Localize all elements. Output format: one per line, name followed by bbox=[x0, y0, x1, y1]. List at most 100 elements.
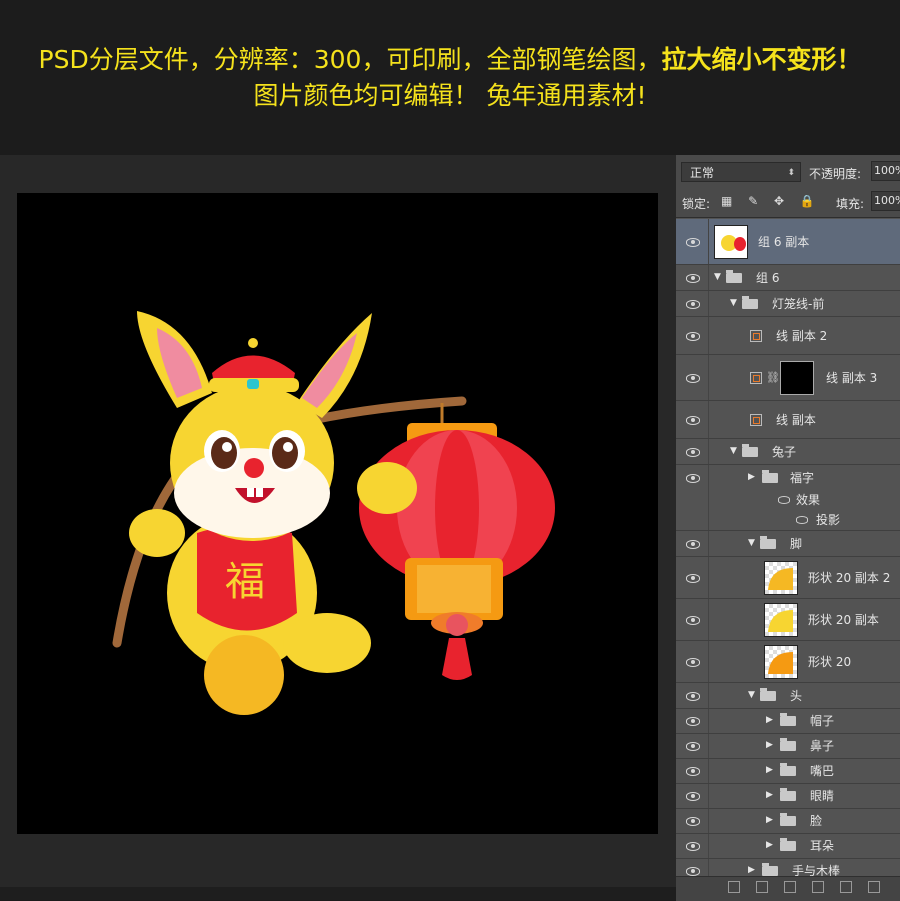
folder-icon bbox=[742, 443, 758, 457]
adjustment-layer-icon[interactable] bbox=[812, 881, 824, 893]
visibility-eye-icon[interactable] bbox=[686, 447, 700, 457]
layer-row-feet[interactable]: ▼ 脚 bbox=[676, 531, 900, 557]
expand-triangle-icon[interactable]: ▼ bbox=[730, 446, 737, 456]
visibility-eye-icon[interactable] bbox=[686, 816, 700, 826]
opacity-label: 不透明度: bbox=[809, 167, 862, 181]
layer-name: 线 副本 2 bbox=[776, 328, 828, 343]
visibility-eye-icon[interactable] bbox=[686, 373, 700, 383]
shape-thumbnail bbox=[764, 644, 798, 679]
expand-triangle-icon[interactable]: ▼ bbox=[748, 538, 755, 548]
banner-text-normal: PSD分层文件，分辨率：300，可印刷，全部钢笔绘图， bbox=[38, 45, 662, 74]
layer-row-mouth[interactable]: ▶ 嘴巴 bbox=[676, 759, 900, 784]
document-canvas[interactable]: 福 bbox=[17, 193, 658, 834]
layer-thumbnail bbox=[714, 224, 748, 259]
new-layer-icon[interactable] bbox=[868, 881, 880, 893]
layer-row-shape20-copy[interactable]: 形状 20 副本 bbox=[676, 599, 900, 641]
layer-name: 鼻子 bbox=[810, 739, 835, 753]
visibility-eye-icon[interactable] bbox=[686, 573, 700, 583]
layer-name: 组 6 副本 bbox=[758, 234, 810, 249]
collapse-triangle-icon[interactable]: ▶ bbox=[766, 715, 773, 725]
folder-icon bbox=[780, 813, 796, 826]
shape-thumbnail bbox=[764, 602, 798, 637]
layer-name: 福字 bbox=[790, 471, 815, 485]
photoshop-workspace: 福 bbox=[0, 155, 676, 900]
layer-name: 帽子 bbox=[810, 714, 835, 728]
shape-layer-icon bbox=[748, 412, 764, 428]
visibility-eye-icon[interactable] bbox=[686, 841, 700, 851]
layer-row-line-copy2[interactable]: 线 副本 2 bbox=[676, 317, 900, 355]
add-mask-icon[interactable] bbox=[784, 881, 796, 893]
visibility-eye-icon[interactable] bbox=[686, 716, 700, 726]
folder-icon bbox=[780, 838, 796, 851]
effect-eye-icon[interactable] bbox=[796, 515, 808, 524]
expand-triangle-icon[interactable]: ▼ bbox=[748, 690, 755, 700]
layer-row-nose[interactable]: ▶ 鼻子 bbox=[676, 734, 900, 759]
mask-thumbnail[interactable] bbox=[780, 360, 814, 395]
layer-row-group6-copy[interactable]: 组 6 副本 bbox=[676, 219, 900, 265]
layer-row-fu-char[interactable]: ▶ 福字 效果 投影 bbox=[676, 465, 900, 531]
shape-layer-icon bbox=[748, 370, 764, 386]
layer-name: 嘴巴 bbox=[810, 764, 835, 778]
collapse-triangle-icon[interactable]: ▶ bbox=[766, 815, 773, 825]
lock-label: 锁定: bbox=[682, 197, 711, 211]
collapse-triangle-icon[interactable]: ▶ bbox=[766, 740, 773, 750]
updown-arrow-icon: ⬍ bbox=[787, 168, 795, 178]
layer-row-group6[interactable]: ▼ 组 6 bbox=[676, 265, 900, 291]
layer-name: 线 副本 bbox=[776, 412, 816, 427]
layers-panel: 正常 ⬍ 不透明度: 100% 锁定: ▦ ✎ ✥ 🔒 填充: 100% 组 6 … bbox=[676, 155, 900, 900]
layer-row-shape20-copy2[interactable]: 形状 20 副本 2 bbox=[676, 557, 900, 599]
visibility-eye-icon[interactable] bbox=[686, 866, 700, 876]
layer-row-eyes[interactable]: ▶ 眼睛 bbox=[676, 784, 900, 809]
visibility-eye-icon[interactable] bbox=[686, 237, 700, 247]
folder-icon bbox=[760, 535, 776, 549]
layer-row-face[interactable]: ▶ 脸 bbox=[676, 809, 900, 834]
layer-row-hat[interactable]: ▶ 帽子 bbox=[676, 709, 900, 734]
collapse-triangle-icon[interactable]: ▶ bbox=[748, 865, 755, 875]
banner-line-1: PSD分层文件，分辨率：300，可印刷，全部钢笔绘图，拉大缩小不变形！ bbox=[0, 44, 900, 76]
new-group-icon[interactable] bbox=[840, 881, 852, 893]
layer-name: 形状 20 副本 bbox=[808, 612, 879, 627]
layer-row-head[interactable]: ▼ 头 bbox=[676, 683, 900, 709]
visibility-eye-icon[interactable] bbox=[686, 615, 700, 625]
layer-name: 耳朵 bbox=[810, 839, 835, 853]
layer-row-lantern-line-front[interactable]: ▼ 灯笼线-前 bbox=[676, 291, 900, 317]
fx-icon[interactable] bbox=[756, 881, 768, 893]
link-layers-icon[interactable] bbox=[728, 881, 740, 893]
blend-mode-value: 正常 bbox=[690, 166, 715, 180]
effect-name: 投影 bbox=[816, 513, 841, 527]
visibility-eye-icon[interactable] bbox=[686, 766, 700, 776]
layer-row-line-copy3[interactable]: ⛓ 线 副本 3 bbox=[676, 355, 900, 401]
layer-row-rabbit[interactable]: ▼ 兔子 bbox=[676, 439, 900, 465]
layer-name: 形状 20 副本 2 bbox=[808, 570, 891, 585]
visibility-eye-icon[interactable] bbox=[686, 539, 700, 549]
visibility-eye-icon[interactable] bbox=[686, 415, 700, 425]
visibility-eye-icon[interactable] bbox=[686, 473, 700, 483]
fill-input[interactable]: 100% bbox=[871, 191, 900, 211]
layer-name: 头 bbox=[790, 688, 803, 703]
expand-triangle-icon[interactable]: ▼ bbox=[714, 272, 721, 282]
promo-banner: PSD分层文件，分辨率：300，可印刷，全部钢笔绘图，拉大缩小不变形！ 图片颜色… bbox=[0, 0, 900, 155]
collapse-triangle-icon[interactable]: ▶ bbox=[766, 790, 773, 800]
layer-name: 线 副本 3 bbox=[826, 370, 878, 385]
lock-icons[interactable]: ▦ ✎ ✥ 🔒 bbox=[721, 194, 821, 208]
visibility-eye-icon[interactable] bbox=[686, 299, 700, 309]
visibility-eye-icon[interactable] bbox=[686, 331, 700, 341]
visibility-eye-icon[interactable] bbox=[686, 741, 700, 751]
layer-row-shape20[interactable]: 形状 20 bbox=[676, 641, 900, 683]
visibility-eye-icon[interactable] bbox=[686, 273, 700, 283]
blend-mode-select[interactable]: 正常 ⬍ bbox=[681, 162, 801, 182]
layers-panel-toolbar: 正常 ⬍ 不透明度: 100% 锁定: ▦ ✎ ✥ 🔒 填充: 100% bbox=[676, 155, 900, 218]
shape-layer-icon bbox=[748, 328, 764, 344]
visibility-eye-icon[interactable] bbox=[686, 791, 700, 801]
visibility-eye-icon[interactable] bbox=[686, 657, 700, 667]
layer-row-ears[interactable]: ▶ 耳朵 bbox=[676, 834, 900, 859]
visibility-eye-icon[interactable] bbox=[686, 691, 700, 701]
collapse-triangle-icon[interactable]: ▶ bbox=[766, 765, 773, 775]
collapse-triangle-icon[interactable]: ▶ bbox=[748, 472, 755, 482]
layer-row-line-copy[interactable]: 线 副本 bbox=[676, 401, 900, 439]
expand-triangle-icon[interactable]: ▼ bbox=[730, 298, 737, 308]
effect-eye-icon[interactable] bbox=[778, 495, 790, 504]
folder-icon bbox=[780, 763, 796, 776]
opacity-input[interactable]: 100% bbox=[871, 161, 900, 181]
collapse-triangle-icon[interactable]: ▶ bbox=[766, 840, 773, 850]
